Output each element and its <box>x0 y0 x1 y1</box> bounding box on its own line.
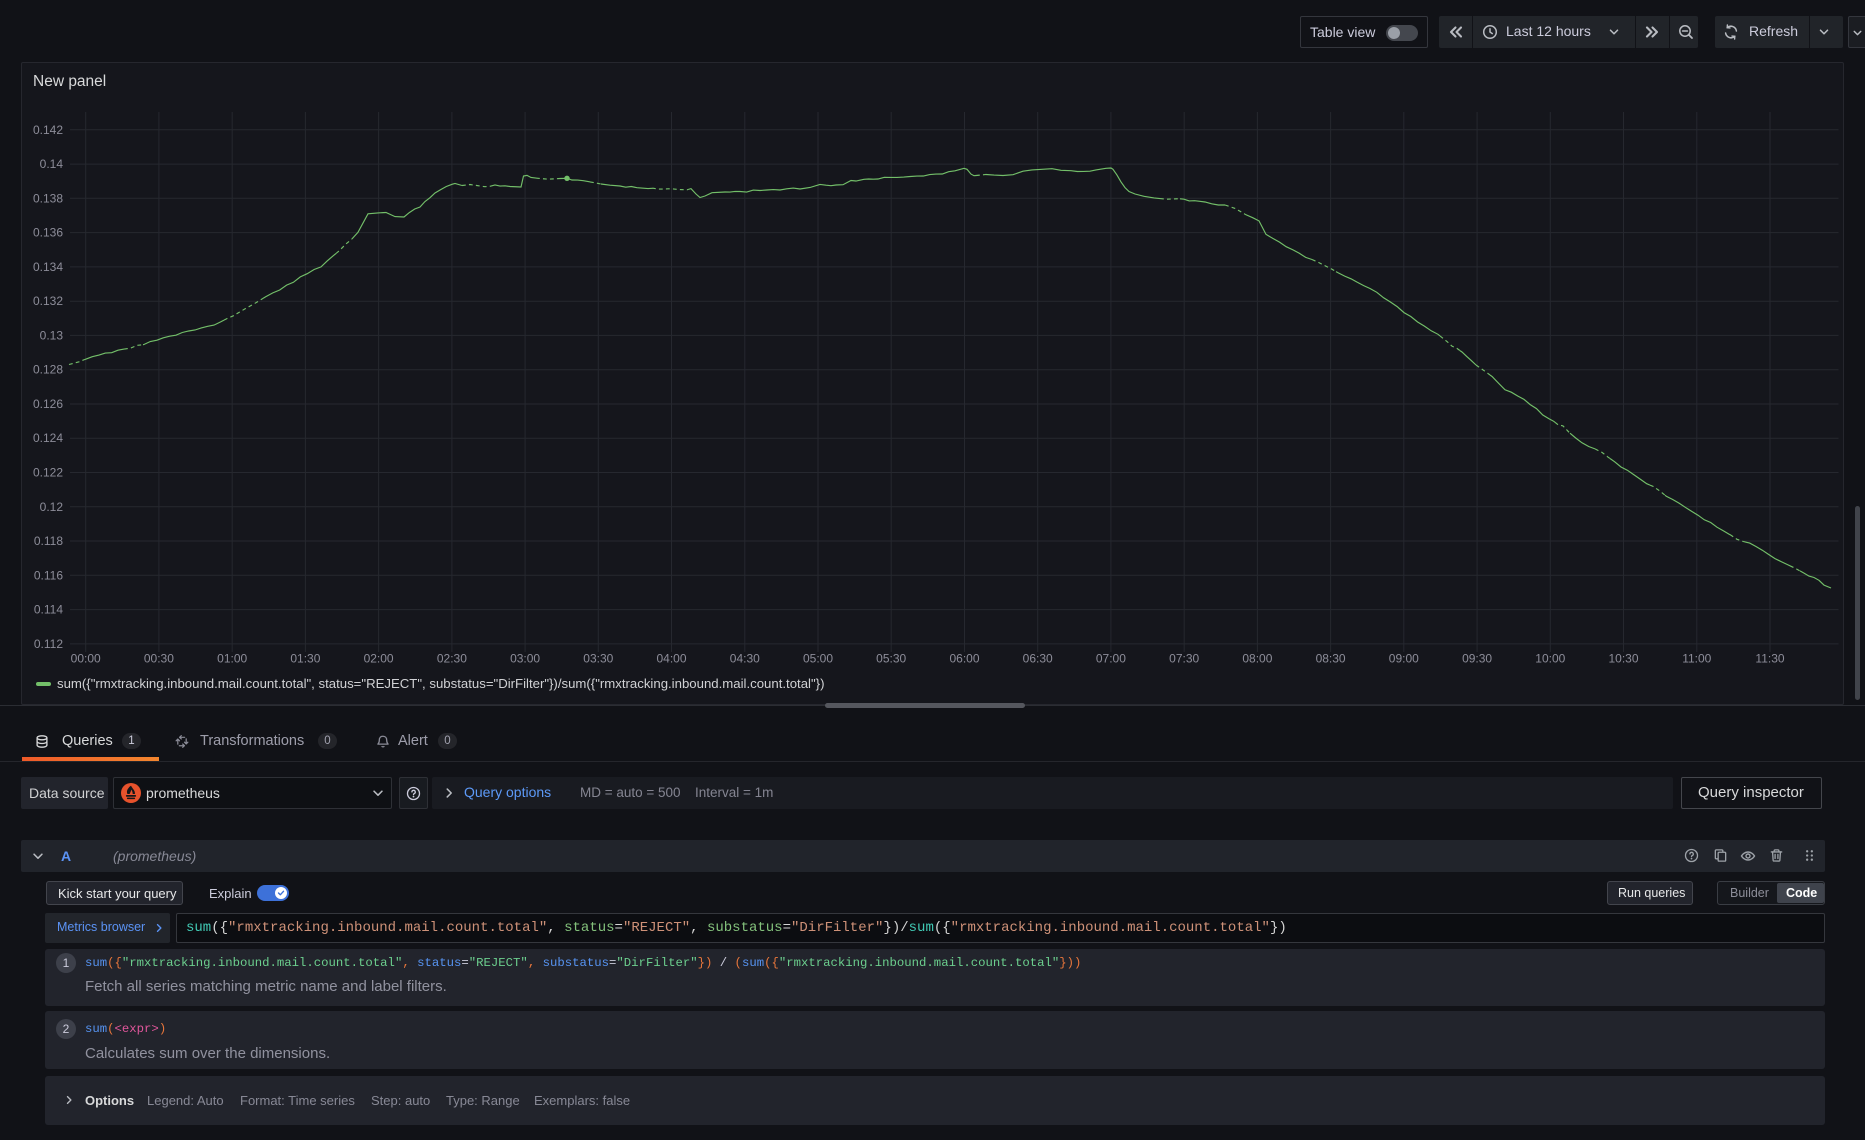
svg-text:10:30: 10:30 <box>1608 652 1638 666</box>
svg-text:0.112: 0.112 <box>34 637 63 651</box>
svg-text:07:00: 07:00 <box>1096 652 1126 666</box>
svg-text:11:30: 11:30 <box>1755 652 1784 666</box>
svg-text:04:00: 04:00 <box>656 652 686 666</box>
svg-text:04:30: 04:30 <box>730 652 760 666</box>
svg-text:02:00: 02:00 <box>364 652 394 666</box>
svg-text:00:30: 00:30 <box>144 652 174 666</box>
svg-text:10:00: 10:00 <box>1535 652 1565 666</box>
svg-text:09:00: 09:00 <box>1389 652 1419 666</box>
svg-text:0.136: 0.136 <box>33 226 63 240</box>
svg-text:09:30: 09:30 <box>1462 652 1492 666</box>
svg-text:02:30: 02:30 <box>437 652 467 666</box>
svg-text:0.14: 0.14 <box>40 157 64 171</box>
svg-text:01:30: 01:30 <box>290 652 320 666</box>
svg-text:05:00: 05:00 <box>803 652 833 666</box>
svg-text:03:00: 03:00 <box>510 652 540 666</box>
svg-text:01:00: 01:00 <box>217 652 247 666</box>
svg-text:00:00: 00:00 <box>71 652 101 666</box>
svg-text:07:30: 07:30 <box>1169 652 1199 666</box>
svg-text:05:30: 05:30 <box>876 652 906 666</box>
svg-text:06:00: 06:00 <box>949 652 979 666</box>
svg-text:08:30: 08:30 <box>1316 652 1346 666</box>
svg-text:0.128: 0.128 <box>33 363 63 377</box>
svg-text:08:00: 08:00 <box>1242 652 1272 666</box>
svg-text:0.124: 0.124 <box>33 431 63 445</box>
svg-text:0.118: 0.118 <box>34 534 63 548</box>
svg-text:0.116: 0.116 <box>34 568 63 582</box>
svg-text:11:00: 11:00 <box>1682 652 1711 666</box>
svg-text:06:30: 06:30 <box>1023 652 1053 666</box>
svg-text:0.13: 0.13 <box>40 328 64 342</box>
svg-text:0.138: 0.138 <box>33 191 63 205</box>
svg-text:0.126: 0.126 <box>33 397 63 411</box>
svg-text:0.12: 0.12 <box>40 500 64 514</box>
svg-text:0.114: 0.114 <box>34 603 63 617</box>
svg-text:0.142: 0.142 <box>33 123 63 137</box>
svg-text:0.122: 0.122 <box>33 466 63 480</box>
svg-text:0.134: 0.134 <box>33 260 63 274</box>
svg-text:0.132: 0.132 <box>33 294 63 308</box>
svg-text:03:30: 03:30 <box>583 652 613 666</box>
